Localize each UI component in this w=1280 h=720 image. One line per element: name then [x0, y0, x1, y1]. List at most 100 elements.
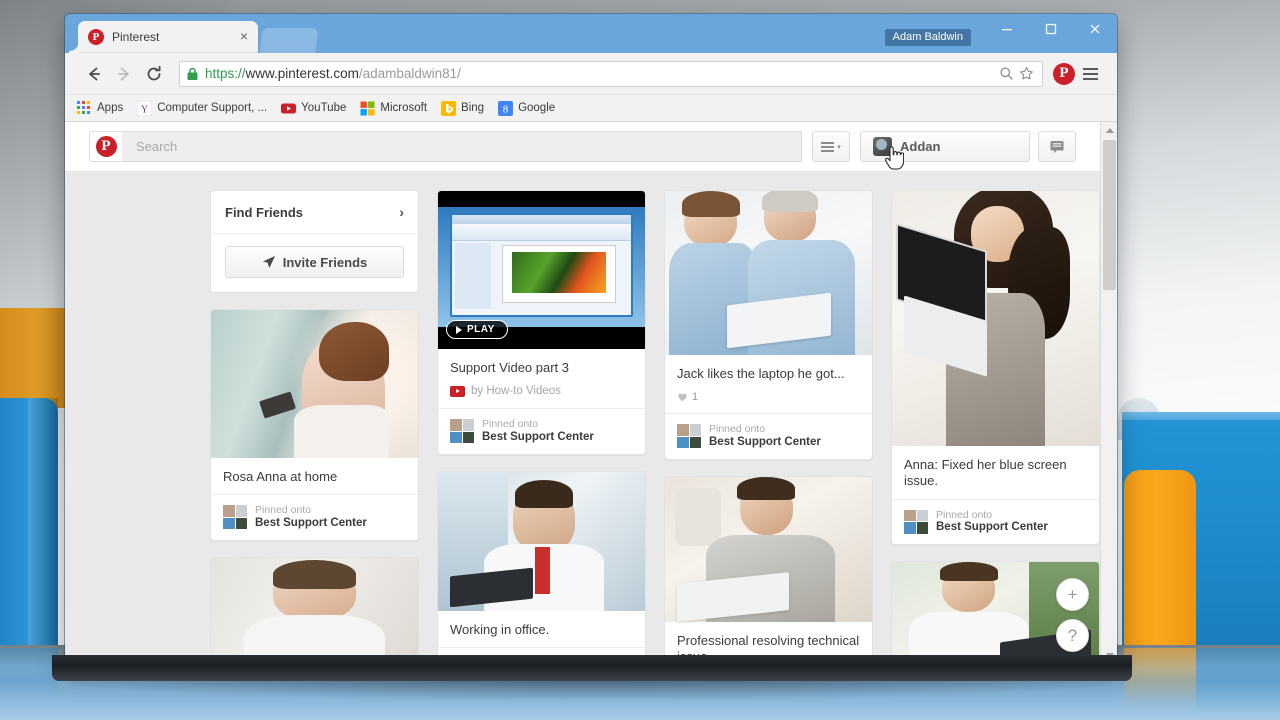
pinned-onto-label: Pinned onto [709, 423, 766, 436]
byline-label: by How-to Videos [471, 385, 561, 398]
yahoo-icon: Y [136, 100, 153, 116]
search-zoom-icon[interactable] [996, 64, 1016, 84]
pin-board-attribution[interactable]: Pinned onto Best Support Center [892, 498, 1099, 544]
pinned-onto-label: Pinned onto [482, 418, 539, 431]
pin-columns: Find Friends › Invite Friends Rosa Anna … [65, 173, 1100, 664]
floor-reflection-blue [1196, 648, 1280, 714]
bookmark-label: Computer Support, ... [157, 102, 268, 114]
play-icon [456, 325, 462, 334]
address-bar-url: https://www.pinterest.com/adambaldwin81/ [205, 66, 461, 81]
board-name: Best Support Center [709, 435, 821, 448]
url-path: /adambaldwin81/ [358, 66, 461, 81]
messages-button[interactable] [1038, 131, 1076, 162]
add-pin-button[interactable]: + [1056, 578, 1089, 611]
board-thumbnails [677, 424, 701, 449]
invite-friends-button[interactable]: Invite Friends [225, 246, 404, 278]
scrollbar-thumb[interactable] [1103, 140, 1116, 290]
pin-byline[interactable]: by How-to Videos [438, 385, 645, 408]
bookmark-star-icon[interactable] [1016, 64, 1036, 84]
apps-grid-icon [77, 100, 92, 116]
bookmark-microsoft[interactable]: Microsoft [360, 101, 427, 116]
pin-card[interactable]: Jack likes the laptop he got... 1 Pinned… [664, 190, 873, 460]
board-attribution-text: Pinned onto Best Support Center [936, 509, 1048, 535]
pin-stats: 1 [665, 391, 872, 413]
toolbar-right: P [1053, 62, 1103, 86]
bookmark-label: Bing [461, 102, 485, 114]
bookmark-apps[interactable]: Apps [77, 100, 124, 116]
pin-card[interactable]: Working in office. Pinned onto Best Supp… [437, 470, 646, 664]
svg-text:Y: Y [141, 104, 148, 115]
pinterest-logo[interactable]: P [89, 131, 122, 162]
maximize-icon[interactable] [1029, 14, 1073, 44]
title-bar: Pinterest × Adam Baldwin [65, 14, 1117, 53]
new-tab-button[interactable] [259, 28, 319, 53]
businessman-at-laptop-photo[interactable] [438, 471, 645, 611]
window-user-label[interactable]: Adam Baldwin [884, 29, 971, 46]
bookmark-label: Google [518, 102, 556, 114]
pinned-onto-label: Pinned onto [936, 508, 993, 521]
play-badge[interactable]: PLAY [446, 320, 508, 339]
board-view-button[interactable]: ▾ [812, 131, 850, 162]
close-icon[interactable] [1073, 14, 1117, 44]
pin-board-attribution[interactable]: Pinned onto Best Support Center [665, 413, 872, 458]
scroll-up-button[interactable] [1101, 122, 1117, 139]
like-count: 1 [677, 391, 698, 403]
pin-title: Rosa Anna at home [223, 469, 338, 484]
search-input[interactable]: Search [122, 131, 802, 162]
reload-icon[interactable] [139, 59, 169, 89]
page-scrollbar[interactable] [1100, 122, 1117, 664]
browser-window: Pinterest × Adam Baldwin [65, 14, 1117, 664]
bookmark-computer-support[interactable]: Y Computer Support, ... [136, 100, 268, 116]
pin-board-attribution[interactable]: Pinned onto Best Support Center [211, 494, 418, 539]
find-friends-body: Invite Friends [211, 234, 418, 292]
man-on-phone-with-laptop-photo[interactable] [665, 476, 872, 622]
user-name: Addan [900, 139, 941, 154]
woman-lying-with-laptop-photo[interactable] [892, 190, 1099, 446]
bookmark-youtube[interactable]: YouTube [281, 101, 346, 116]
pin-card[interactable]: Anna: Fixed her blue screen issue. Pinne… [891, 190, 1100, 545]
svg-text:8: 8 [503, 103, 509, 115]
pin-card[interactable]: Professional resolving technical issue. … [664, 475, 873, 664]
bing-icon [441, 100, 457, 116]
find-friends-header[interactable]: Find Friends › [211, 191, 418, 234]
pin-title: Anna: Fixed her blue screen issue. [904, 457, 1067, 489]
avatar [873, 137, 892, 156]
like-count-value: 1 [692, 391, 699, 404]
powerpoint-video-thumbnail[interactable]: PLAY [438, 191, 645, 349]
forward-arrow-icon[interactable] [109, 59, 139, 89]
pin-card[interactable]: Rosa Anna at home Pinned onto Best Suppo… [210, 309, 419, 541]
pin-card[interactable] [210, 556, 419, 664]
hamburger-menu-icon[interactable] [1077, 62, 1103, 86]
board-name: Best Support Center [936, 521, 1048, 534]
youtube-icon [450, 385, 465, 397]
board-attribution-text: Pinned onto Best Support Center [482, 418, 594, 444]
back-arrow-icon[interactable] [79, 59, 109, 89]
pin-column-3: Jack likes the laptop he got... 1 Pinned… [664, 190, 873, 664]
browser-tab-pinterest[interactable]: Pinterest × [69, 21, 258, 53]
board-name: Best Support Center [482, 430, 594, 443]
bookmark-google[interactable]: 8 Google [498, 100, 556, 116]
orange-furniture-right [1124, 470, 1196, 648]
close-icon[interactable]: × [236, 29, 252, 45]
url-scheme: https:// [205, 66, 246, 81]
smiling-man-photo[interactable] [211, 557, 418, 664]
pin-board: Find Friends › Invite Friends Rosa Anna … [65, 173, 1100, 664]
user-menu-button[interactable]: Addan [860, 131, 1030, 162]
browser-toolbar: https://www.pinterest.com/adambaldwin81/… [65, 53, 1117, 95]
pin-board-attribution[interactable]: Pinned onto Best Support Center [438, 408, 645, 453]
pinterest-logo-letter: P [95, 136, 117, 157]
invite-friends-label: Invite Friends [282, 254, 368, 270]
board-attribution-text: Pinned onto Best Support Center [709, 423, 821, 449]
help-button[interactable]: ? [1056, 619, 1089, 652]
woman-with-phone-photo[interactable] [211, 310, 418, 458]
pinterest-extension-button[interactable]: P [1053, 62, 1075, 85]
couple-with-laptop-photo[interactable] [665, 190, 872, 355]
pin-card-video[interactable]: PLAY Support Video part 3 by How-to Vide… [437, 190, 646, 455]
address-bar[interactable]: https://www.pinterest.com/adambaldwin81/ [179, 60, 1043, 87]
bookmark-label: Apps [97, 102, 124, 114]
pin-title: Support Video part 3 [450, 360, 570, 375]
minimize-icon[interactable] [985, 14, 1029, 44]
bookmark-bing[interactable]: Bing [441, 100, 485, 116]
orange-furniture-left [0, 308, 65, 408]
window-controls: Adam Baldwin [884, 14, 1117, 53]
